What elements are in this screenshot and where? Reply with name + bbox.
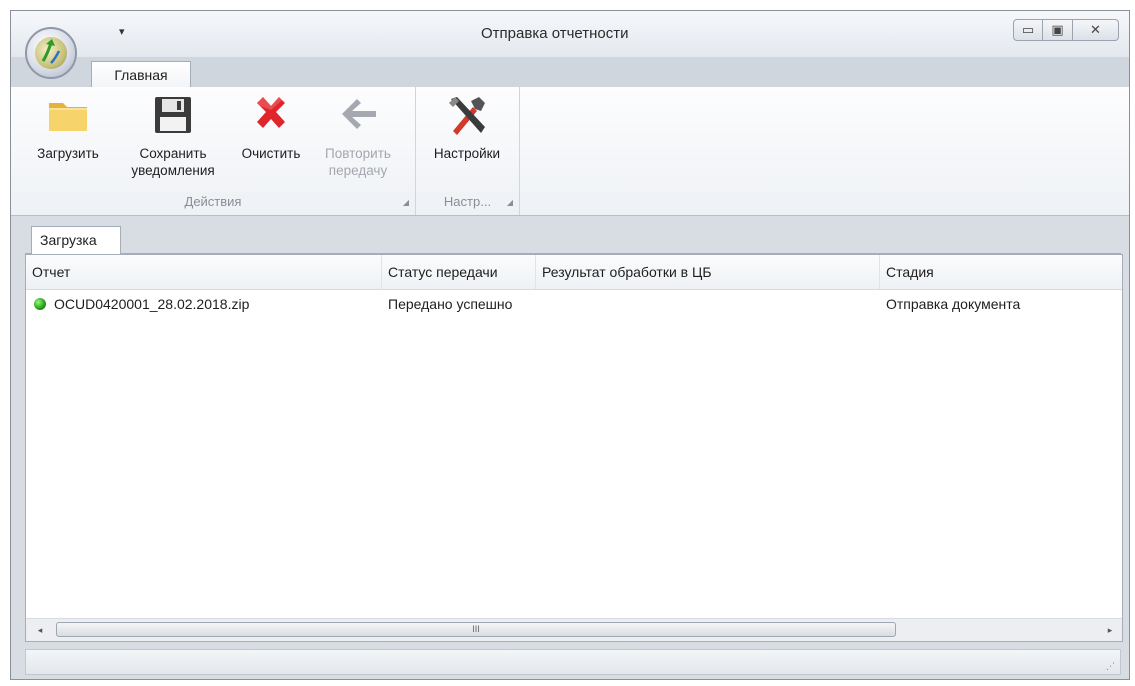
table-row[interactable]: OCUD0420001_28.02.2018.zip Передано успе… (26, 290, 1122, 318)
report-filename: OCUD0420001_28.02.2018.zip (54, 296, 250, 312)
column-header-cb-result[interactable]: Результат обработки в ЦБ (536, 255, 880, 289)
tab-upload[interactable]: Загрузка (31, 226, 121, 254)
cell-cb-result (536, 290, 880, 318)
ribbon-tab-strip: Главная (11, 57, 1129, 88)
red-x-icon (257, 97, 285, 128)
reports-grid: Отчет Статус передачи Результат обработк… (25, 254, 1123, 642)
resize-grip-icon[interactable]: ⋰ (1106, 661, 1116, 672)
window-title: Отправка отчетности (481, 25, 629, 42)
cell-report: OCUD0420001_28.02.2018.zip (26, 290, 382, 318)
grid-header: Отчет Статус передачи Результат обработк… (26, 255, 1122, 290)
scroll-left-icon[interactable]: ◂ (32, 622, 48, 638)
save-notifications-label-line1: Сохранить (139, 146, 207, 161)
restore-button[interactable]: ▣ (1043, 19, 1073, 41)
retry-transfer-button[interactable]: Повторить передачу (317, 93, 399, 179)
dialog-launcher-icon[interactable]: ◢ (507, 198, 513, 207)
ribbon-group-actions: Загрузить Сохранить уведомления Очистить (11, 87, 416, 215)
document-tab-strip: Загрузка (25, 223, 1121, 254)
settings-button-label: Настройки (433, 146, 501, 161)
clear-button-label: Очистить (241, 146, 301, 161)
cell-stage: Отправка документа (886, 296, 1021, 312)
scrollbar-thumb[interactable]: III (56, 622, 896, 637)
clear-button[interactable]: Очистить (233, 93, 309, 162)
column-header-transfer-status[interactable]: Статус передачи (382, 255, 536, 289)
column-header-stage[interactable]: Стадия (880, 255, 1124, 289)
dialog-launcher-icon[interactable]: ◢ (403, 198, 409, 207)
title-bar: ▾ Отправка отчетности ▭ ▣ ✕ (11, 11, 1129, 57)
save-notifications-label-line2: уведомления (131, 163, 215, 178)
save-notifications-button[interactable]: Сохранить уведомления (123, 93, 223, 179)
minimize-button[interactable]: ▭ (1013, 19, 1043, 41)
ribbon: Загрузить Сохранить уведомления Очистить (11, 87, 1129, 216)
status-bar: ⋰ (25, 649, 1121, 675)
retry-transfer-label-line1: Повторить (325, 146, 391, 161)
column-header-report[interactable]: Отчет (26, 255, 382, 289)
load-button[interactable]: Загрузить (31, 93, 105, 162)
close-icon: ✕ (1090, 22, 1101, 37)
group-label-actions: Действия (184, 194, 242, 209)
quick-access-dropdown[interactable]: ▾ (119, 25, 125, 38)
scroll-right-icon[interactable]: ▸ (1102, 622, 1118, 638)
restore-icon: ▣ (1051, 22, 1064, 37)
settings-button[interactable]: Настройки (424, 93, 510, 162)
close-button[interactable]: ✕ (1073, 19, 1119, 41)
horizontal-scrollbar[interactable]: ◂ III ▸ (26, 618, 1122, 641)
load-button-label: Загрузить (37, 146, 99, 161)
window-controls: ▭ ▣ ✕ (1013, 19, 1119, 41)
retry-transfer-label-line2: передачу (328, 163, 388, 178)
application-menu-button[interactable] (25, 27, 77, 79)
tab-main[interactable]: Главная (91, 61, 191, 88)
ribbon-group-settings: Настройки Настр... ◢ (416, 87, 520, 215)
cell-transfer-status: Передано успешно (388, 296, 513, 312)
minimize-icon: ▭ (1021, 22, 1035, 37)
group-label-settings: Настр... (443, 194, 492, 209)
green-dot-icon (34, 298, 46, 310)
tools-icon (449, 97, 485, 135)
folder-icon (49, 103, 87, 131)
back-arrow-icon (342, 99, 376, 129)
main-window: ▾ Отправка отчетности ▭ ▣ ✕ Главная Загр… (10, 10, 1130, 680)
app-arrow-icon (41, 39, 61, 64)
floppy-disk-icon (155, 97, 191, 133)
